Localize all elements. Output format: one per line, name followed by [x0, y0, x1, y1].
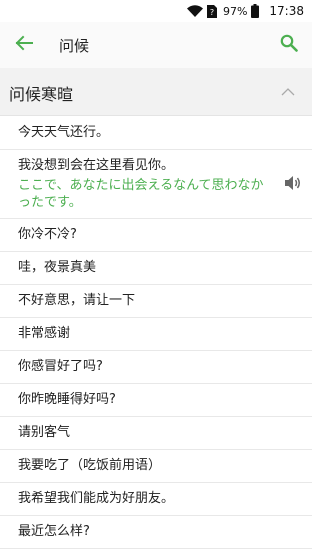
list-item[interactable]: 我要吃了（吃饭前用语）: [0, 450, 312, 483]
status-indicators: ? 97% 17:38: [186, 3, 304, 19]
list-item[interactable]: 哇，夜景真美: [0, 252, 312, 285]
list-item[interactable]: 请别客气: [0, 417, 312, 450]
phrase-text: 哇，夜景真美: [18, 260, 97, 275]
phrase-text: 今天天气还行。: [18, 125, 110, 140]
phrase-text: 你感冒好了吗?: [18, 359, 103, 374]
phrase-text: 你昨晚睡得好吗?: [18, 392, 116, 407]
list-item[interactable]: 我希望我们能成为好朋友。: [0, 483, 312, 516]
phrase-text: 你冷不冷?: [18, 227, 77, 242]
battery-percent: 97%: [222, 4, 248, 18]
speaker-icon: [284, 175, 302, 195]
page-title: 问候: [59, 37, 90, 55]
back-button[interactable]: [10, 31, 38, 59]
search-button[interactable]: [275, 31, 303, 59]
arrow-left-icon: [15, 35, 33, 55]
status-bar: ? 97% 17:38: [0, 0, 312, 22]
phrase-text: 我希望我们能成为好朋友。: [18, 491, 175, 506]
list-item-expanded[interactable]: 我没想到会在这里看见你。 ここで、あなたに出会えるなんて思わなかったです。: [0, 150, 312, 219]
phrase-text: 最近怎么样?: [18, 524, 90, 539]
list-item[interactable]: 不好意思，请让一下: [0, 285, 312, 318]
app-bar: 问候: [0, 22, 312, 68]
phrase-text: 非常感谢: [18, 326, 71, 341]
speaker-button[interactable]: [282, 174, 304, 196]
list-item[interactable]: 最近怎么样?: [0, 516, 312, 549]
list-item[interactable]: 今天天气还行。: [0, 117, 312, 150]
list-item[interactable]: 你感冒好了吗?: [0, 351, 312, 384]
phrase-text: 我没想到会在这里看见你。: [18, 158, 175, 173]
phrase-text: 不好意思，请让一下: [18, 293, 136, 308]
battery-icon: [251, 4, 260, 18]
list-item[interactable]: 你冷不冷?: [0, 219, 312, 252]
list-item[interactable]: 非常感谢: [0, 318, 312, 351]
sim-card-icon: ?: [206, 4, 217, 18]
svg-text:?: ?: [210, 8, 214, 17]
wifi-icon: [186, 5, 203, 17]
status-time: 17:38: [269, 4, 304, 18]
list-item[interactable]: 你昨晚睡得好吗?: [0, 384, 312, 417]
section-header[interactable]: 问候寒暄: [0, 68, 312, 116]
phrase-text: 请别客气: [18, 425, 71, 440]
search-icon: [280, 34, 298, 56]
phrase-translation: ここで、あなたに出会えるなんて思わなかったです。: [18, 178, 264, 210]
phrase-list: 今天天气还行。 我没想到会在这里看见你。 ここで、あなたに出会えるなんて思わなか…: [0, 117, 312, 549]
phrase-text: 我要吃了（吃饭前用语）: [18, 458, 162, 473]
section-title: 问候寒暄: [9, 85, 74, 104]
chevron-up-icon[interactable]: [280, 84, 296, 100]
